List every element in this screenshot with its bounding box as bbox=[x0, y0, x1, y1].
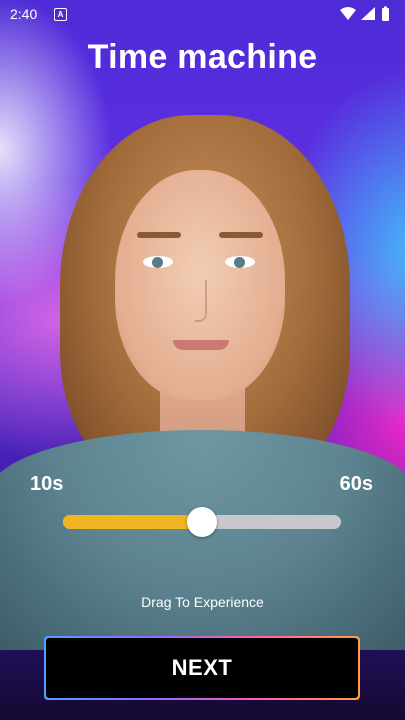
slider-min-label: 10s bbox=[30, 473, 64, 495]
portrait-nose bbox=[195, 280, 207, 322]
page-title: Time machine bbox=[87, 38, 318, 76]
drag-hint: Drag To Experience bbox=[141, 594, 264, 610]
next-button[interactable]: NEXT bbox=[44, 636, 360, 700]
status-bar: 2:40 A bbox=[0, 0, 405, 28]
time-slider[interactable] bbox=[63, 507, 341, 537]
portrait-photo bbox=[0, 100, 405, 650]
slider-thumb[interactable] bbox=[187, 507, 217, 537]
next-button-label: NEXT bbox=[46, 638, 358, 698]
portrait-sweater bbox=[0, 430, 405, 650]
notification-icon: A bbox=[54, 8, 67, 21]
status-icons bbox=[340, 6, 389, 21]
slider-fill bbox=[63, 515, 202, 529]
portrait-brow-left bbox=[137, 232, 181, 238]
portrait-brow-right bbox=[219, 232, 263, 238]
portrait-eye-left bbox=[143, 256, 173, 268]
status-time: 2:40 bbox=[10, 6, 38, 22]
portrait-mouth bbox=[173, 340, 229, 350]
wifi-icon bbox=[340, 7, 356, 20]
battery-icon bbox=[382, 8, 389, 21]
signal-icon bbox=[361, 7, 375, 20]
portrait-face bbox=[115, 170, 285, 400]
slider-max-label: 60s bbox=[339, 473, 373, 495]
portrait-eye-right bbox=[225, 256, 255, 268]
